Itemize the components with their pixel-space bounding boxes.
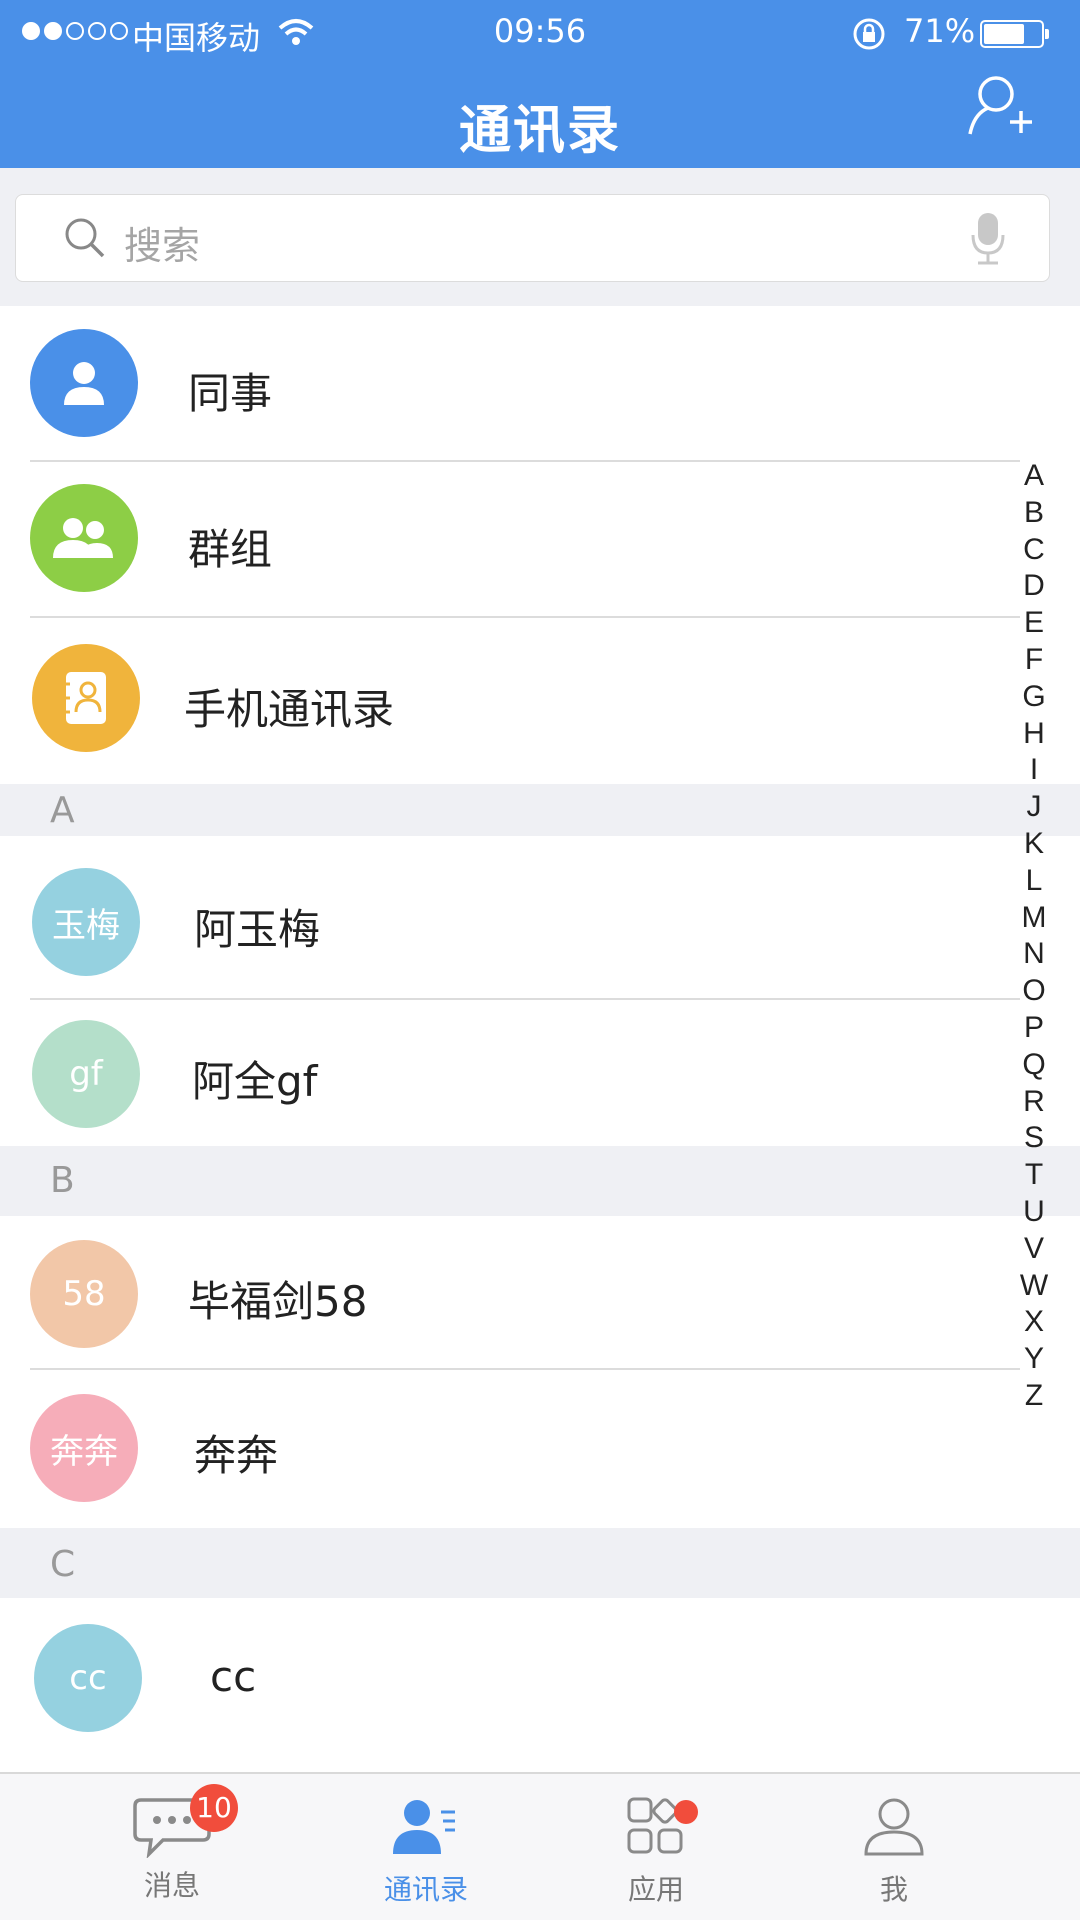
index-letter[interactable]: I <box>1030 752 1038 789</box>
avatar: cc <box>34 1624 142 1732</box>
tab-bar: 10 消息 通讯录 应用 我 <box>0 1772 1080 1920</box>
contact-row[interactable]: gf 阿全gf <box>0 1000 1080 1146</box>
index-letter[interactable]: W <box>1020 1268 1048 1305</box>
add-contact-icon[interactable] <box>966 72 1036 142</box>
index-letter[interactable]: Q <box>1022 1047 1045 1084</box>
tab-contacts[interactable]: 通讯录 <box>326 1774 526 1920</box>
index-letter[interactable]: X <box>1024 1304 1044 1341</box>
index-letter[interactable]: U <box>1023 1194 1045 1231</box>
unread-badge: 10 <box>190 1784 238 1832</box>
index-letter[interactable]: Z <box>1025 1378 1043 1415</box>
index-letter[interactable]: R <box>1023 1084 1045 1121</box>
tab-label: 消息 <box>143 1869 200 1902</box>
page-title: 通讯录 <box>458 101 621 161</box>
index-letter[interactable]: P <box>1024 1010 1044 1047</box>
battery-icon <box>980 20 1049 48</box>
section-letter: B <box>50 1160 75 1201</box>
contact-row[interactable]: cc cc <box>0 1598 1080 1772</box>
avatar: 玉梅 <box>32 868 140 976</box>
tab-label: 通讯录 <box>383 1873 468 1906</box>
index-letter[interactable]: G <box>1022 679 1045 716</box>
index-letter[interactable]: H <box>1023 716 1045 753</box>
list-item-label: 群组 <box>188 525 273 574</box>
tab-label: 应用 <box>627 1873 684 1906</box>
battery-fill <box>984 24 1024 44</box>
index-letter[interactable]: E <box>1024 605 1044 642</box>
contact-name: 阿玉梅 <box>194 905 321 954</box>
index-letter[interactable]: F <box>1025 642 1043 679</box>
index-letter[interactable]: B <box>1024 495 1044 532</box>
tab-messages[interactable]: 10 消息 <box>72 1774 272 1920</box>
index-letter[interactable]: K <box>1024 826 1044 863</box>
index-letter[interactable]: L <box>1026 863 1043 900</box>
search-placeholder: 搜索 <box>124 224 201 268</box>
list-item-colleagues[interactable]: 同事 <box>0 306 1080 460</box>
contact-name: 奔奔 <box>194 1431 279 1480</box>
tab-me[interactable]: 我 <box>794 1774 994 1920</box>
section-header-b: B <box>0 1146 1080 1216</box>
index-letter[interactable]: M <box>1022 900 1047 937</box>
status-bar: 中国移动 09:56 71% <box>0 0 1080 66</box>
section-header-c: C <box>0 1528 1080 1598</box>
group-icon <box>30 484 138 592</box>
contact-name: 阿全gf <box>192 1057 318 1106</box>
index-letter[interactable]: N <box>1023 936 1045 973</box>
contact-name: cc <box>210 1652 257 1701</box>
index-letter[interactable]: T <box>1025 1157 1043 1194</box>
list-item-label: 同事 <box>188 369 273 418</box>
rotation-lock-icon <box>853 18 885 50</box>
index-letter[interactable]: S <box>1024 1120 1044 1157</box>
tab-apps[interactable]: 应用 <box>556 1774 756 1920</box>
alphabet-index[interactable]: ABCDEFGHIJKLMNOPQRSTUVWXYZ <box>1018 458 1050 1415</box>
index-letter[interactable]: V <box>1024 1231 1044 1268</box>
phonebook-icon <box>32 644 140 752</box>
index-letter[interactable]: O <box>1022 973 1045 1010</box>
contact-row[interactable]: 玉梅 阿玉梅 <box>0 836 1080 998</box>
fixed-items: 同事 群组 手机通讯录 <box>0 306 1080 784</box>
avatar: 58 <box>30 1240 138 1348</box>
list-item-phonebook[interactable]: 手机通讯录 <box>0 618 1080 784</box>
profile-icon <box>864 1798 924 1856</box>
header: 中国移动 09:56 71% 通讯录 <box>0 0 1080 168</box>
search-input[interactable]: 搜索 <box>15 194 1050 282</box>
person-icon <box>30 329 138 437</box>
list-item-groups[interactable]: 群组 <box>0 462 1080 616</box>
contacts-icon <box>393 1800 455 1854</box>
index-letter[interactable]: J <box>1027 789 1042 826</box>
tab-label: 我 <box>879 1873 908 1906</box>
contact-row[interactable]: 58 毕福剑58 <box>0 1216 1080 1368</box>
contact-name: 毕福剑58 <box>188 1277 368 1326</box>
search-area: 搜索 <box>0 168 1080 306</box>
avatar: gf <box>32 1020 140 1128</box>
section-letter: C <box>50 1544 76 1585</box>
search-icon <box>65 218 105 258</box>
index-letter[interactable]: C <box>1023 532 1045 569</box>
battery-percent: 71% <box>904 12 976 50</box>
contact-row[interactable]: 奔奔 奔奔 <box>0 1370 1080 1528</box>
index-letter[interactable]: A <box>1024 458 1044 495</box>
section-header-a: A <box>0 784 1080 836</box>
mic-icon[interactable] <box>970 211 1006 267</box>
index-letter[interactable]: Y <box>1024 1341 1044 1378</box>
avatar: 奔奔 <box>30 1394 138 1502</box>
index-letter[interactable]: D <box>1023 568 1045 605</box>
list-item-label: 手机通讯录 <box>184 685 395 734</box>
section-letter: A <box>50 790 75 831</box>
notification-dot <box>674 1800 698 1824</box>
